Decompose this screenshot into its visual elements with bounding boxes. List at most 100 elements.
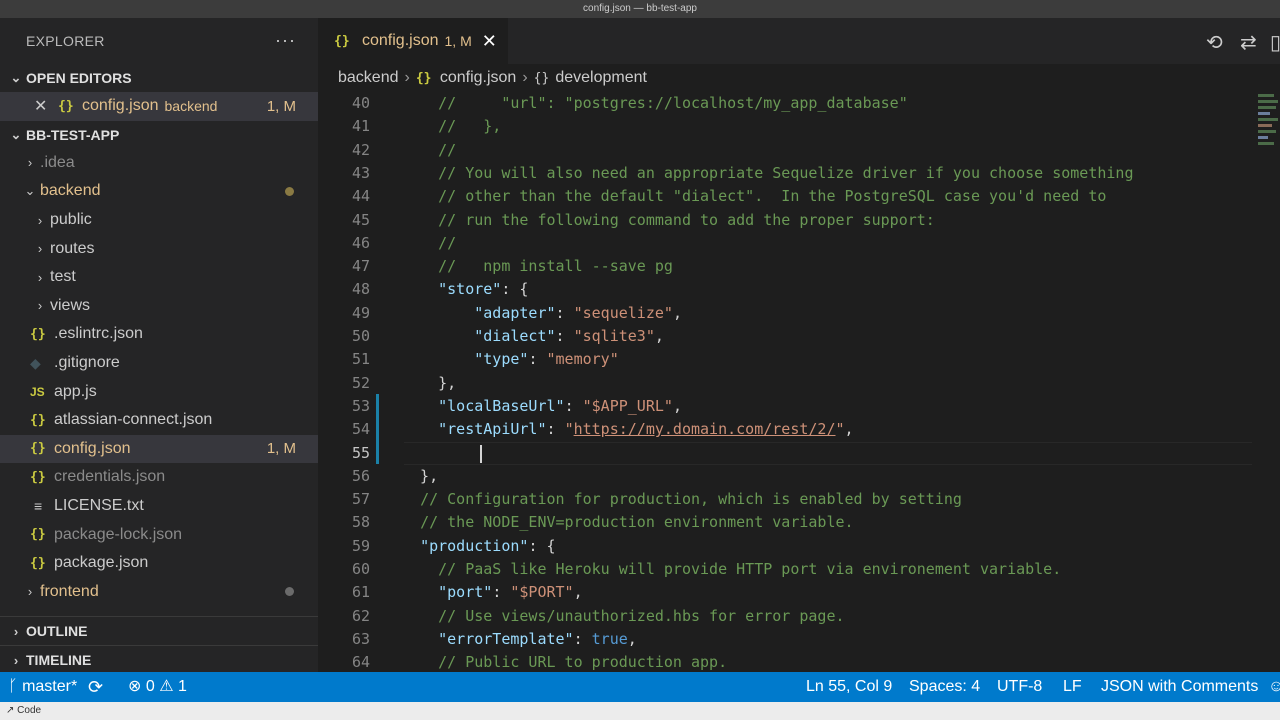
code-line[interactable]: 45 // run the following command to add t… xyxy=(318,209,1280,232)
breadcrumb-item[interactable]: config.json xyxy=(440,69,517,87)
code-text: "production": { xyxy=(402,535,555,558)
tree-folder-routes[interactable]: › routes xyxy=(0,234,318,263)
code-line[interactable]: 61 "port": "$PORT", xyxy=(318,581,1280,604)
code-text: // the NODE_ENV=production environment v… xyxy=(402,511,853,534)
json-key: "restApiUrl" xyxy=(438,420,547,439)
json-link: https://my.domain.com/rest/2/ xyxy=(573,420,836,439)
code-line[interactable]: 50 "dialect": "sqlite3", xyxy=(318,325,1280,348)
history-icon[interactable]: ⟲ xyxy=(1206,30,1223,55)
code-line[interactable]: 40 // "url": "postgres://localhost/my_ap… xyxy=(318,92,1280,115)
line-number: 63 xyxy=(351,629,370,648)
encoding[interactable]: UTF-8 xyxy=(997,672,1042,702)
tree-file-eslintrc[interactable]: {} .eslintrc.json xyxy=(0,320,318,349)
breadcrumb-item[interactable]: backend xyxy=(338,69,399,87)
split-editor-icon[interactable]: ▯ xyxy=(1270,30,1280,55)
tree-folder-idea[interactable]: › .idea xyxy=(0,149,318,178)
code-token: : xyxy=(528,350,547,369)
tree-folder-frontend[interactable]: › frontend xyxy=(0,578,318,607)
tree-file-license[interactable]: ≡ LICENSE.txt xyxy=(0,492,318,521)
code-line[interactable]: 41 // }, xyxy=(318,115,1280,138)
branch-name: master* xyxy=(22,678,78,695)
code-token: : xyxy=(546,420,565,439)
code-line[interactable]: 57 // Configuration for production, whic… xyxy=(318,488,1280,511)
line-ending[interactable]: LF xyxy=(1063,672,1082,702)
code-line[interactable]: 46 // xyxy=(318,232,1280,255)
code-text: // other than the default "dialect". In … xyxy=(402,185,1106,208)
branch-indicator[interactable]: ᚴ master* xyxy=(8,672,77,702)
json-key: "store" xyxy=(438,280,502,299)
open-editor-filename: config.json xyxy=(82,97,159,115)
problems-indicator[interactable]: ⊗ 0 ⚠ 1 xyxy=(128,672,187,702)
json-key: "type" xyxy=(474,350,529,369)
code-line[interactable]: 63 "errorTemplate": true, xyxy=(318,628,1280,651)
close-icon[interactable]: ✕ xyxy=(34,96,58,116)
code-text: // You will also need an appropriate Seq… xyxy=(402,162,1133,185)
breadcrumb: backend › {} config.json › {} developmen… xyxy=(318,64,1280,92)
code-line[interactable]: 42 // xyxy=(318,139,1280,162)
indentation[interactable]: Spaces: 4 xyxy=(909,672,980,702)
open-editors-header[interactable]: ⌄ OPEN EDITORS xyxy=(0,64,318,92)
code-line[interactable]: 64 // Public URL to production app. xyxy=(318,651,1280,672)
code-line[interactable]: 54 "restApiUrl": "https://my.domain.com/… xyxy=(318,418,1280,441)
project-header[interactable]: ⌄ BB-TEST-APP xyxy=(0,121,318,149)
more-actions-icon[interactable]: ··· xyxy=(275,30,296,51)
timeline-header[interactable]: › TIMELINE xyxy=(0,645,318,674)
line-number: 50 xyxy=(351,327,370,345)
json-key: "errorTemplate" xyxy=(438,629,574,648)
tree-file-package[interactable]: {} package.json xyxy=(0,549,318,578)
tree-file-gitignore[interactable]: ◆ .gitignore xyxy=(0,349,318,378)
code-line[interactable]: 62 // Use views/unauthorized.hbs for err… xyxy=(318,605,1280,628)
json-key: "dialect" xyxy=(474,327,556,345)
account-icon[interactable]: ☺ xyxy=(1268,672,1280,702)
code-line[interactable]: 56 }, xyxy=(318,465,1280,488)
code-comment: // npm install --save pg xyxy=(438,257,673,276)
tree-file-package-lock[interactable]: {} package-lock.json xyxy=(0,520,318,549)
close-tab-icon[interactable]: ✕ xyxy=(482,31,497,52)
code-comment: // Configuration for production, which i… xyxy=(420,490,962,509)
code-line[interactable]: 43 // You will also need an appropriate … xyxy=(318,162,1280,185)
sync-icon[interactable]: ⟳ xyxy=(88,672,103,702)
open-editor-item[interactable]: ✕ {} config.json backend 1, M xyxy=(0,92,318,121)
line-number: 40 xyxy=(351,94,370,112)
tree-label: .idea xyxy=(40,153,75,171)
tree-folder-test[interactable]: › test xyxy=(0,263,318,292)
line-number: 46 xyxy=(351,233,370,252)
outline-header[interactable]: › OUTLINE xyxy=(0,616,318,645)
code-line[interactable]: 51 "type": "memory" xyxy=(318,348,1280,371)
code-line[interactable]: 48 "store": { xyxy=(318,278,1280,301)
code-line[interactable]: 49 "adapter": "sequelize", xyxy=(318,302,1280,325)
tree-file-config[interactable]: {} config.json 1, M xyxy=(0,434,318,464)
code-line[interactable]: 47 // npm install --save pg xyxy=(318,255,1280,278)
code-token: : { xyxy=(501,280,529,299)
tree-file-appjs[interactable]: JS app.js xyxy=(0,377,318,406)
code-line[interactable]: 59 "production": { xyxy=(318,535,1280,558)
tree-file-credentials[interactable]: {} credentials.json xyxy=(0,463,318,492)
code-comment: // "url": "postgres://localhost/my_app_d… xyxy=(438,94,908,112)
tree-file-atlassian-connect[interactable]: {} atlassian-connect.json xyxy=(0,406,318,435)
compare-changes-icon[interactable]: ⇄ xyxy=(1240,30,1257,55)
breadcrumb-item[interactable]: development xyxy=(555,69,647,87)
json-string: "$APP_URL" xyxy=(582,396,673,415)
code-editor[interactable]: 40 // "url": "postgres://localhost/my_ap… xyxy=(318,92,1280,672)
tree-folder-views[interactable]: › views xyxy=(0,292,318,321)
code-line[interactable]: 58 // the NODE_ENV=production environmen… xyxy=(318,511,1280,534)
code-line[interactable]: 52 }, xyxy=(318,372,1280,395)
cursor-position[interactable]: Ln 55, Col 9 xyxy=(806,672,892,702)
tree-folder-public[interactable]: › public xyxy=(0,206,318,235)
code-line[interactable]: 44 // other than the default "dialect". … xyxy=(318,185,1280,208)
code-text: "port": "$PORT", xyxy=(402,581,583,604)
code-line[interactable]: 60 // PaaS like Heroku will provide HTTP… xyxy=(318,558,1280,581)
line-number: 45 xyxy=(351,210,370,229)
tab-config-json[interactable]: {} config.json 1, M ✕ xyxy=(318,18,508,64)
code-line[interactable]: 55 xyxy=(318,442,1280,465)
language-mode[interactable]: JSON with Comments xyxy=(1101,672,1258,702)
tree-folder-backend[interactable]: ⌄ backend xyxy=(0,177,318,206)
code-line[interactable]: 53 "localBaseUrl": "$APP_URL", xyxy=(318,395,1280,418)
